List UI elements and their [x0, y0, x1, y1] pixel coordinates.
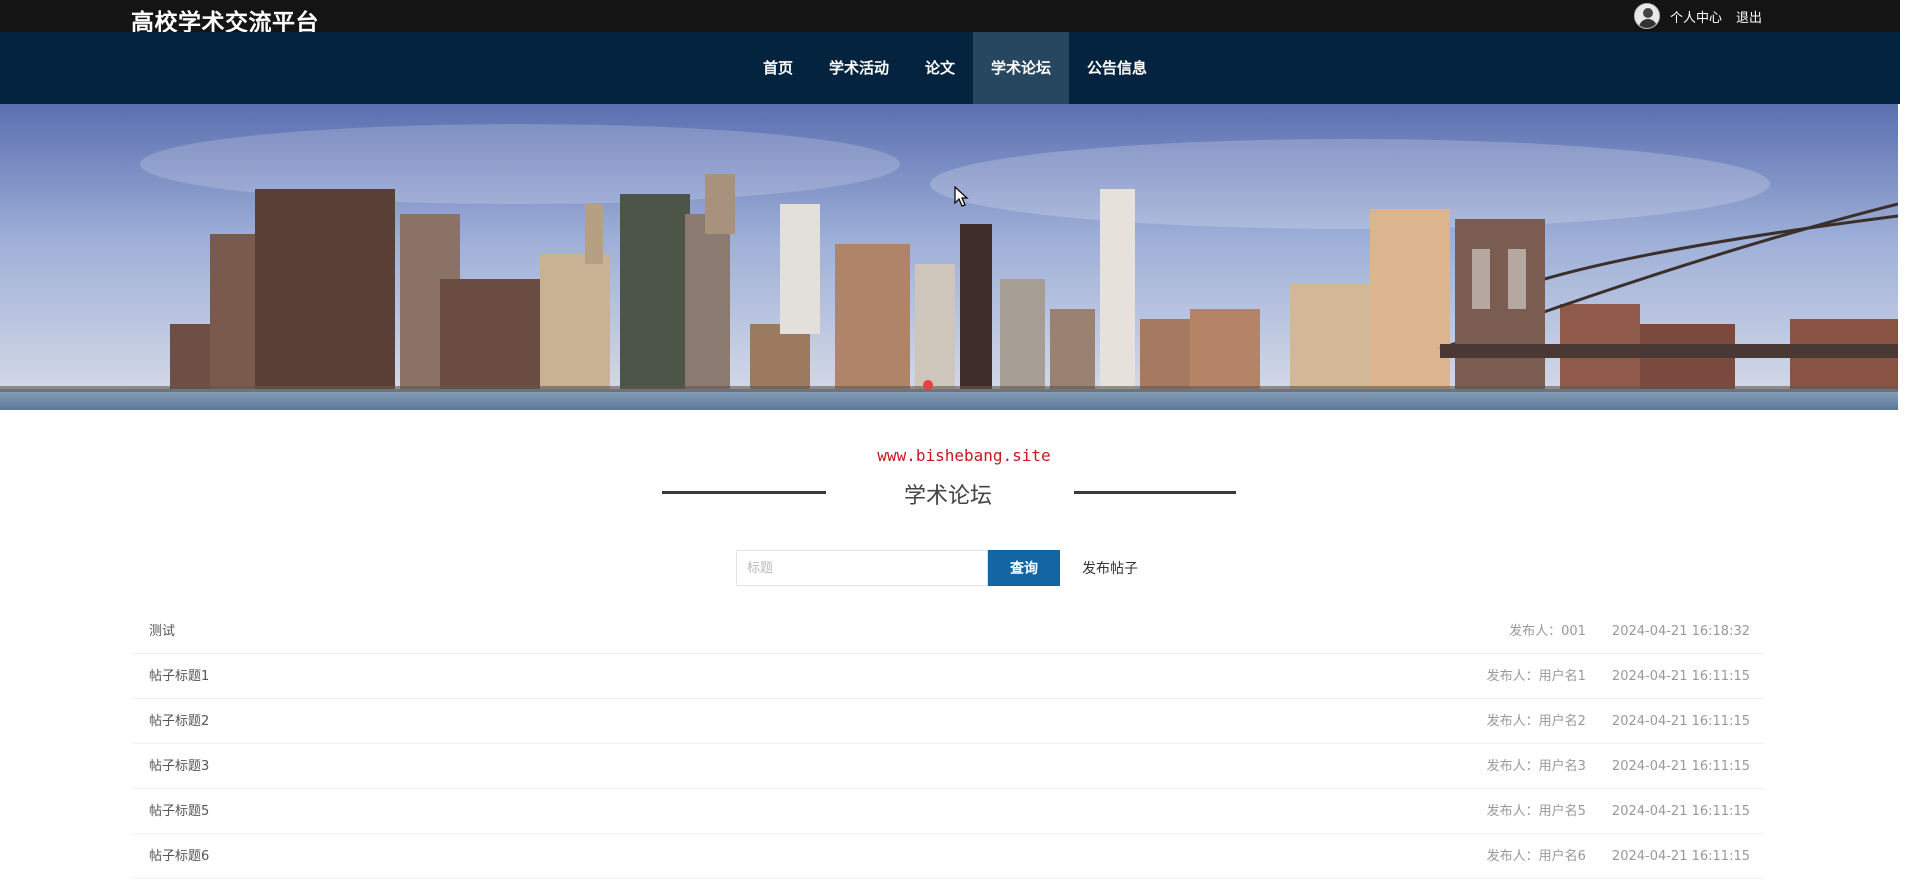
nav-academic-forum[interactable]: 学术论坛 [973, 32, 1070, 104]
list-item[interactable]: 帖子标题5 发布人：用户名5 2024-04-21 16:11:15 [133, 789, 1764, 834]
top-bar: 高校学术交流平台 个人中心 退出 [0, 0, 1900, 36]
banner-image [0, 104, 1898, 410]
nav-academic-activities[interactable]: 学术活动 [811, 32, 907, 104]
post-author: 发布人：用户名1 [1486, 669, 1586, 684]
page-title: 学术论坛 [903, 484, 992, 509]
nav-home[interactable]: 首页 [745, 32, 811, 104]
user-center-link[interactable]: 个人中心 [1670, 7, 1722, 26]
list-item[interactable]: 测试 发布人：001 2024-04-21 16:18:32 [133, 609, 1764, 654]
post-author: 发布人：001 [1509, 624, 1586, 639]
post-title[interactable]: 帖子标题5 [149, 789, 209, 834]
mouse-cursor-icon [954, 186, 969, 207]
heading-divider-right [1074, 491, 1236, 494]
title-search-input[interactable] [736, 550, 988, 586]
section-heading: 学术论坛 [660, 478, 1236, 512]
city-skyline-illustration [0, 104, 1898, 410]
nav-announcements[interactable]: 公告信息 [1069, 32, 1165, 104]
avatar[interactable] [1634, 3, 1660, 29]
post-time: 2024-04-21 16:11:15 [1611, 849, 1750, 864]
query-button[interactable]: 查询 [988, 550, 1060, 586]
list-item[interactable]: 帖子标题1 发布人：用户名1 2024-04-21 16:11:15 [133, 654, 1764, 699]
nav-papers[interactable]: 论文 [907, 32, 973, 104]
post-title[interactable]: 帖子标题6 [149, 834, 209, 879]
post-time: 2024-04-21 16:11:15 [1611, 759, 1750, 774]
post-author: 发布人：用户名5 [1486, 804, 1586, 819]
list-item[interactable]: 帖子标题6 发布人：用户名6 2024-04-21 16:11:15 [133, 834, 1764, 879]
post-title[interactable]: 测试 [149, 609, 175, 654]
page: 高校学术交流平台 个人中心 退出 首页 学术活动 论文 学术论坛 公告信息 ww… [0, 0, 1900, 894]
post-time: 2024-04-21 16:18:32 [1611, 624, 1750, 639]
post-time: 2024-04-21 16:11:15 [1611, 669, 1750, 684]
post-time: 2024-04-21 16:11:15 [1611, 804, 1750, 819]
post-author: 发布人：用户名2 [1486, 714, 1586, 729]
list-item[interactable]: 帖子标题3 发布人：用户名3 2024-04-21 16:11:15 [133, 744, 1764, 789]
logout-link[interactable]: 退出 [1736, 7, 1762, 26]
watermark-text: www.bishebang.site [877, 446, 1051, 465]
post-title[interactable]: 帖子标题1 [149, 654, 209, 699]
list-item[interactable]: 帖子标题2 发布人：用户名2 2024-04-21 16:11:15 [133, 699, 1764, 744]
user-area: 个人中心 退出 [1634, 3, 1776, 29]
post-title[interactable]: 帖子标题3 [149, 744, 209, 789]
post-time: 2024-04-21 16:11:15 [1611, 714, 1750, 729]
post-title[interactable]: 帖子标题2 [149, 699, 209, 744]
post-list: 测试 发布人：001 2024-04-21 16:18:32 帖子标题1 发布人：… [133, 609, 1764, 879]
post-author: 发布人：用户名3 [1486, 759, 1586, 774]
main-nav: 首页 学术活动 论文 学术论坛 公告信息 [0, 32, 1900, 104]
post-author: 发布人：用户名6 [1486, 849, 1586, 864]
post-new-button[interactable]: 发布帖子 [1082, 558, 1138, 578]
search-bar: 查询 发布帖子 [736, 550, 1138, 586]
